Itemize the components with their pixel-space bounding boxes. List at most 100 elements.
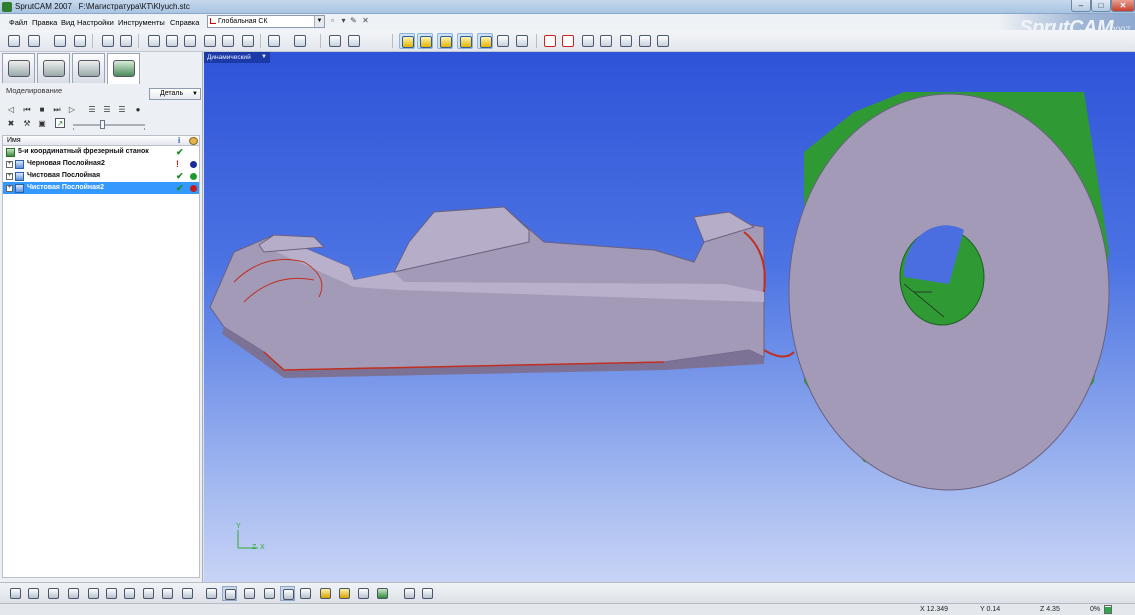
3d-viewport[interactable]: Динамический ▼ Y Z X [204,52,1135,582]
tree-row-operation[interactable]: + Черновая Послойная2 ! [3,158,199,170]
check-icon[interactable]: ✔ [176,171,184,182]
view-cube-2-button[interactable] [26,586,41,601]
view-cube-6-button[interactable] [104,586,119,601]
view-back-button[interactable] [495,33,511,49]
column-name[interactable]: Имя [7,137,21,144]
maximize-button[interactable]: □ [1091,0,1111,12]
view-left-button[interactable] [457,33,473,49]
tree-row-machine[interactable]: 5-и координатный фрезерный станок ✔ [3,146,199,158]
step-back-icon[interactable]: ◁ [6,105,16,115]
view-cube-9-button[interactable] [160,586,175,601]
delete-cs-icon[interactable]: ✕ [361,16,370,25]
show-machine-button[interactable] [204,586,219,601]
color-settings-button[interactable] [402,586,417,601]
detail-select[interactable]: Деталь ▼ [149,88,201,100]
view-bottom-button[interactable] [514,33,530,49]
material-button[interactable] [292,33,308,49]
snap-tangent-button[interactable] [637,33,653,49]
expand-icon[interactable]: + [6,185,13,192]
workpiece-tab[interactable] [37,53,70,83]
show-holder-button[interactable] [298,586,313,601]
print-button[interactable] [72,33,88,49]
rotate-button[interactable] [164,33,180,49]
transform-button[interactable] [327,33,343,49]
menu-tools[interactable]: Инструменты [118,18,165,27]
tool-icon[interactable]: ⚒ [22,119,32,129]
show-fixture-button[interactable] [262,586,277,601]
view-mode-select[interactable]: Динамический ▼ [204,52,270,63]
view-iso-button[interactable] [399,33,415,49]
snap-center-button[interactable] [618,33,634,49]
play-icon[interactable]: ▷ [67,105,77,115]
info-icon[interactable]: ● [133,105,143,115]
forward-end-icon[interactable]: ⏭ [52,105,62,115]
delete-icon[interactable]: ✖ [6,119,16,129]
pencil-icon[interactable]: ↗ [55,118,65,128]
check-icon[interactable]: ✔ [176,183,184,194]
shaded-view-button[interactable] [220,33,236,49]
show-tool-button[interactable] [280,586,295,601]
new-file-button[interactable] [6,33,22,49]
zoom-fit-button[interactable] [202,33,218,49]
model-tab[interactable] [2,53,35,83]
view-cube-3-button[interactable] [46,586,61,601]
close-button[interactable]: ✕ [1111,0,1135,12]
show-axes-button[interactable] [356,586,371,601]
show-part-button[interactable] [222,586,237,601]
menu-settings[interactable]: Настройки [77,18,114,27]
view-cube-7-button[interactable] [122,586,137,601]
warning-icon[interactable]: ! [176,159,179,169]
menu-help[interactable]: Справка [170,18,199,27]
menu-file[interactable]: Файл [9,18,27,27]
view-cube-8-button[interactable] [141,586,156,601]
zoom-button[interactable] [182,33,198,49]
expand-icon[interactable]: + [6,173,13,180]
visibility-icon[interactable] [189,137,198,145]
check-icon[interactable]: ✔ [176,147,184,158]
show-result-button[interactable] [375,586,390,601]
select-box-button[interactable] [118,33,134,49]
measure-button[interactable] [420,586,435,601]
minimize-button[interactable]: – [1071,0,1091,12]
view-cube-5-button[interactable] [86,586,101,601]
show-toolpath-button[interactable] [318,586,333,601]
rewind-icon[interactable]: ⏮ [22,105,32,115]
save-result-icon[interactable]: ▣ [37,119,47,129]
import-button[interactable] [26,33,42,49]
calculator-button[interactable] [346,33,362,49]
column-info[interactable]: i [178,136,180,145]
select-button[interactable] [100,33,116,49]
view-cube-1-button[interactable] [8,586,23,601]
show-stock-button[interactable] [242,586,257,601]
tree-row-operation-selected[interactable]: + Чистовая Послойная2 ✔ [3,182,199,194]
expand-icon[interactable]: + [6,161,13,168]
new-cs-icon[interactable]: ▫ [328,16,337,25]
machining-tab[interactable] [107,53,140,84]
snap-point-button[interactable] [542,33,558,49]
coordinate-system-select[interactable]: Глобальная СК ▼ [207,15,325,28]
show-toolpath-2-button[interactable] [337,586,352,601]
snap-node-button[interactable] [560,33,576,49]
stock-tab[interactable] [72,53,105,83]
view-right-button[interactable] [477,33,493,49]
list-detail-icon[interactable]: ☰ [102,105,112,115]
pan-button[interactable] [146,33,162,49]
menu-edit[interactable]: Правка [32,18,57,27]
save-button[interactable] [52,33,68,49]
view-front-button[interactable] [417,33,433,49]
view-cube-4-button[interactable] [66,586,81,601]
chevron-down-icon[interactable]: ▼ [314,16,324,27]
list-tree-icon[interactable]: ☰ [117,105,127,115]
cs-dropdown-icon[interactable]: ▾ [339,16,348,25]
list-icon[interactable]: ☰ [87,105,97,115]
snap-mid-button[interactable] [580,33,596,49]
wireframe-view-button[interactable] [240,33,256,49]
view-cube-10-button[interactable] [180,586,195,601]
menu-view[interactable]: Вид [61,18,75,27]
cylinder-view-button[interactable] [266,33,282,49]
snap-arc-button[interactable] [655,33,671,49]
tree-row-operation[interactable]: + Чистовая Послойная ✔ [3,170,199,182]
view-top-button[interactable] [437,33,453,49]
edit-cs-icon[interactable]: ✎ [349,16,358,25]
snap-cross-button[interactable] [598,33,614,49]
